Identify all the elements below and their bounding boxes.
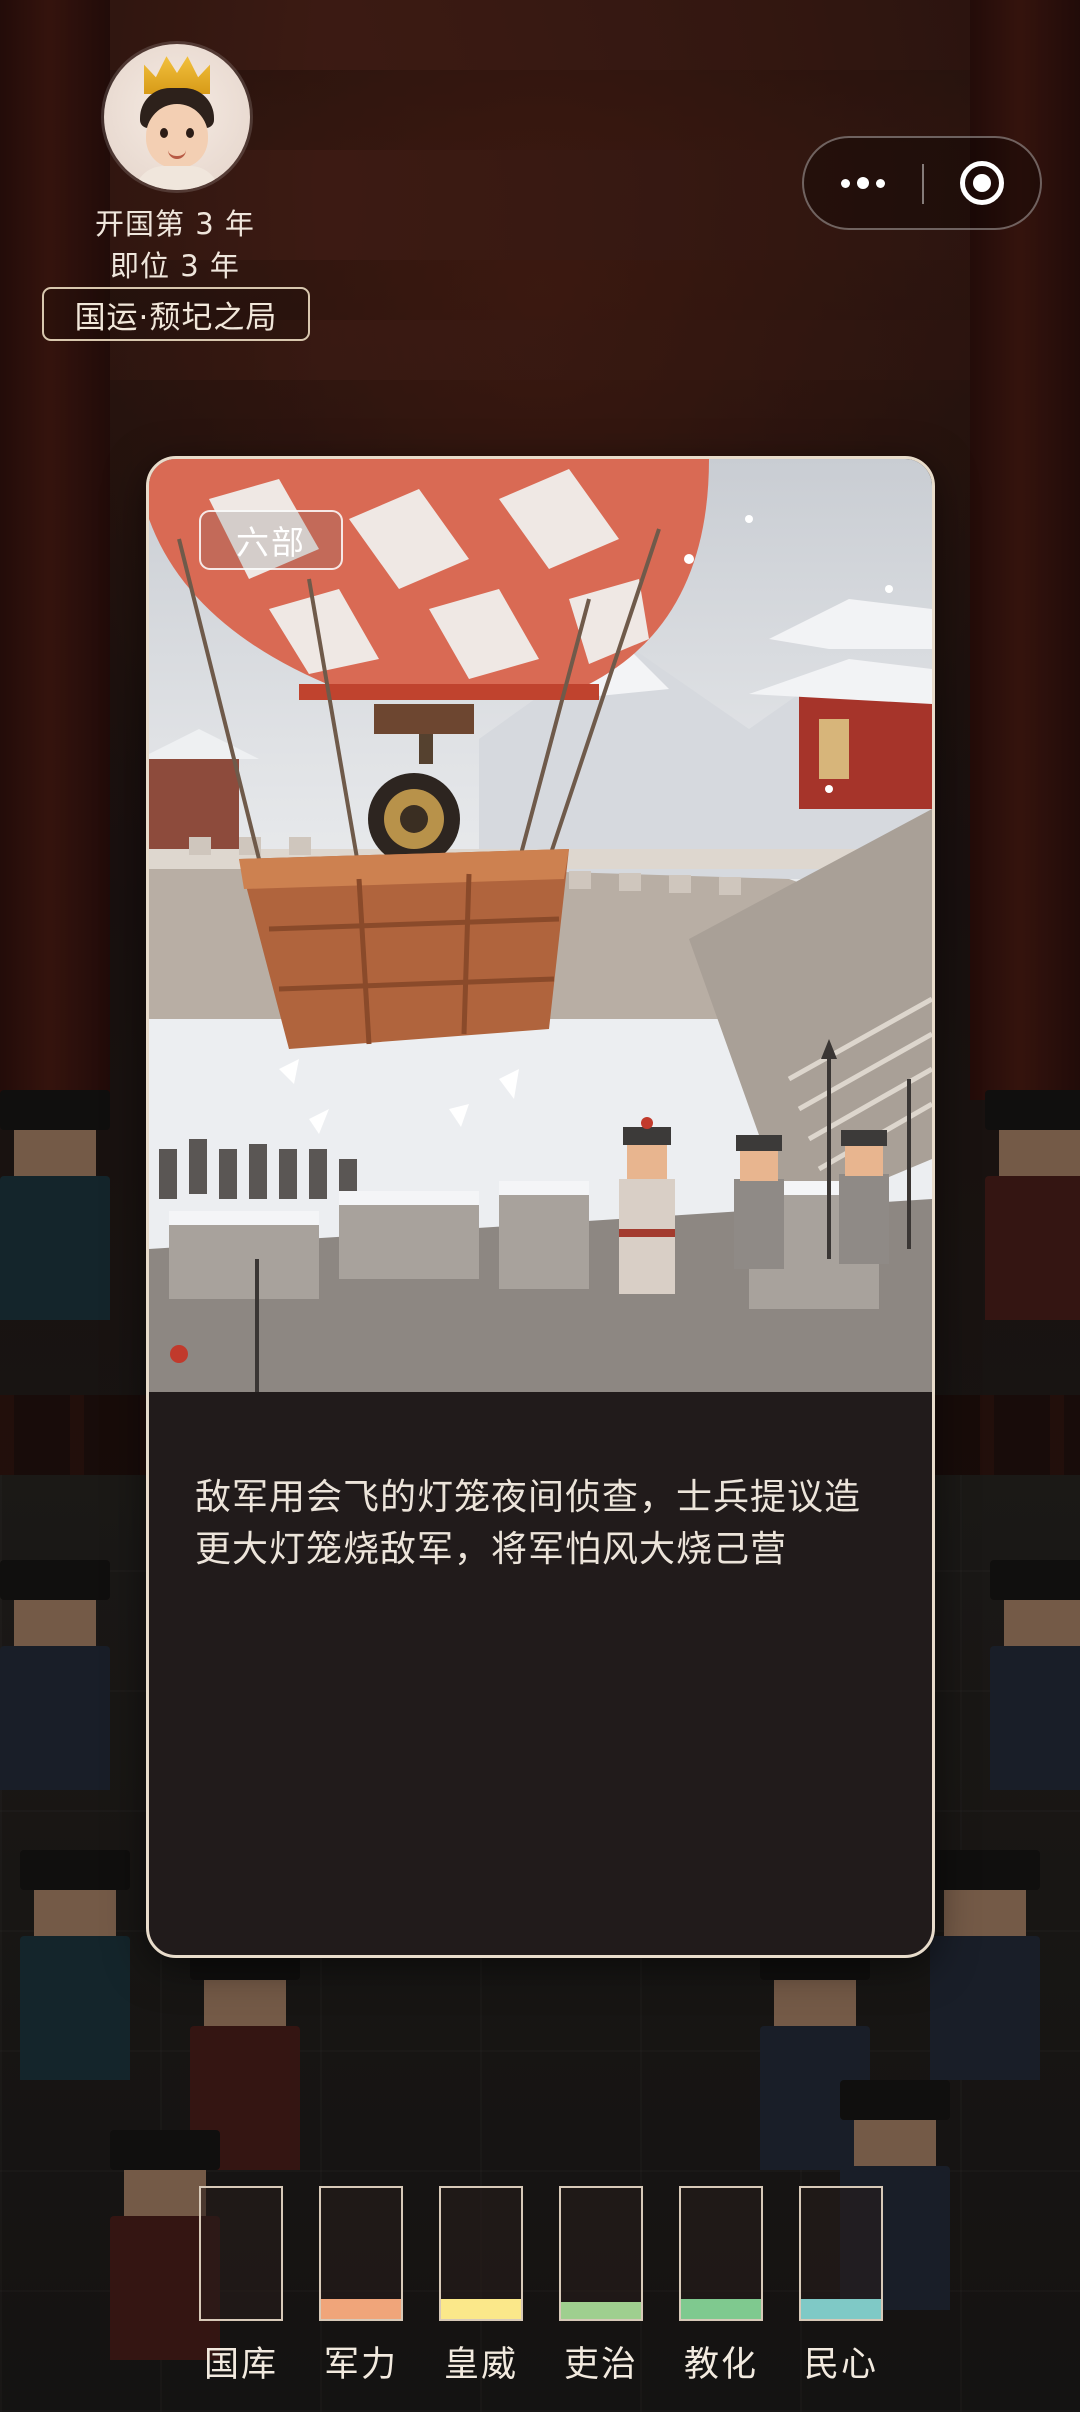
stat-label: 国库 <box>203 2345 278 2385</box>
ministry-tag: 六部 <box>199 510 343 570</box>
target-close-icon[interactable] <box>924 138 1040 228</box>
stat-fill <box>681 2299 761 2319</box>
stat-bar <box>319 2186 403 2321</box>
stat-bar <box>559 2186 643 2321</box>
stat-label: 军力 <box>323 2345 398 2385</box>
stat-bar <box>439 2186 523 2321</box>
stat-bar <box>199 2186 283 2321</box>
stat-military: 军力 <box>319 2186 403 2385</box>
event-card[interactable]: 六部 敌军用会飞的灯笼夜间侦查，士兵提议造更大灯笼烧敌军，将军怕风大烧己营 <box>146 456 935 1958</box>
stat-prestige: 皇威 <box>439 2186 523 2385</box>
stat-education: 教化 <box>679 2186 763 2385</box>
miniprogram-capsule <box>802 136 1042 230</box>
stat-fill <box>441 2299 521 2319</box>
stat-fill <box>321 2299 401 2319</box>
stat-label: 皇威 <box>443 2345 518 2385</box>
stat-bar <box>799 2186 883 2321</box>
emperor-avatar[interactable] <box>104 44 250 190</box>
stat-governance: 吏治 <box>559 2186 643 2385</box>
founding-year: 开国第 3 年 <box>95 207 255 241</box>
era-badge: 国运·颓圮之局 <box>42 287 310 341</box>
stat-fill <box>801 2299 881 2319</box>
event-illustration: 六部 <box>149 459 932 1392</box>
stat-label: 吏治 <box>563 2345 638 2385</box>
more-dots-icon[interactable] <box>804 138 922 228</box>
stat-treasury: 国库 <box>199 2186 283 2385</box>
reign-year: 即位 3 年 <box>110 249 240 283</box>
stat-fill <box>561 2301 641 2319</box>
stat-people: 民心 <box>799 2186 883 2385</box>
stat-bar <box>679 2186 763 2321</box>
stat-label: 民心 <box>803 2345 878 2385</box>
event-description: 敌军用会飞的灯笼夜间侦查，士兵提议造更大灯笼烧敌军，将军怕风大烧己营 <box>195 1477 862 1570</box>
stat-label: 教化 <box>683 2345 758 2385</box>
